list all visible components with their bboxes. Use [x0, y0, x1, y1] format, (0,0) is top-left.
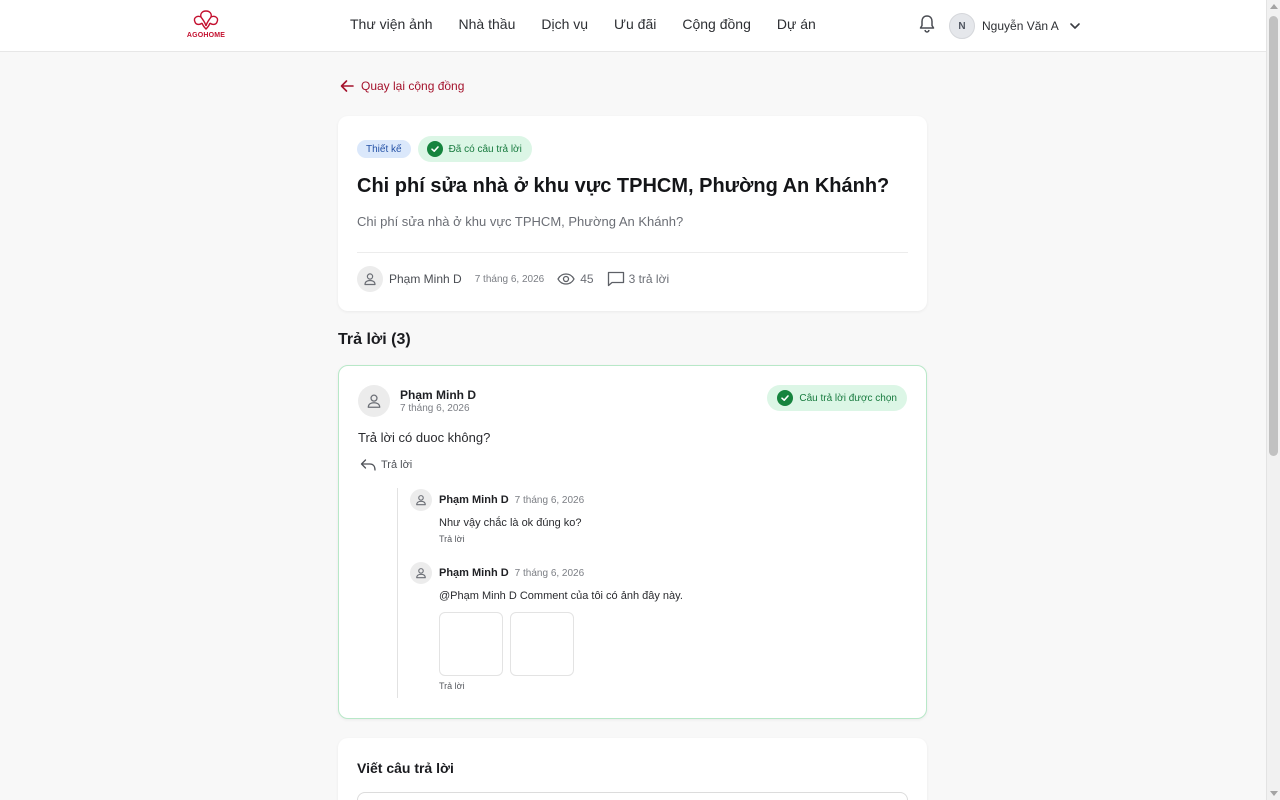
back-link-label: Quay lại cộng đồng — [361, 79, 465, 93]
reply-count-label: 3 trả lời — [628, 272, 670, 286]
replies-heading: Trả lời (3) — [338, 331, 411, 348]
nav-item-dich-vu[interactable]: Dịch vụ — [541, 16, 588, 32]
page-scrollbar[interactable] — [1266, 0, 1280, 800]
sub-reply-text: Như vậy chắc là ok đúng ko? — [439, 517, 582, 529]
question-author[interactable]: Phạm Minh D — [389, 272, 462, 286]
user-icon — [416, 495, 426, 506]
answer-body: Trả lời có duoc không? — [358, 430, 491, 445]
top-header: AGOHOME Thư viện ảnh Nhà thầu Dịch vụ Ưu… — [0, 0, 1266, 52]
category-tag[interactable]: Thiết kế — [357, 140, 411, 158]
question-title: Chi phí sửa nhà ở khu vực TPHCM, Phường … — [357, 175, 890, 197]
sub-reply-author[interactable]: Phạm Minh D — [439, 494, 509, 506]
question-reply-count: 3 trả lời — [607, 271, 670, 287]
attachment-image[interactable] — [510, 612, 574, 676]
write-answer-title: Viết câu trả lời — [357, 760, 454, 776]
sub-reply-text: @Phạm Minh D Comment của tôi có ảnh đây … — [439, 590, 683, 602]
author-avatar — [357, 266, 383, 292]
eye-icon — [557, 273, 575, 285]
sub-reply: Phạm Minh D 7 tháng 6, 2026 @Phạm Minh D… — [410, 562, 683, 691]
scroll-thumb[interactable] — [1269, 16, 1278, 456]
sub-reply-author[interactable]: Phạm Minh D — [439, 567, 509, 579]
answer-author-avatar — [358, 385, 390, 417]
sub-reply-date: 7 tháng 6, 2026 — [514, 567, 585, 579]
write-answer-card: Viết câu trả lời — [338, 738, 927, 800]
sub-reply-button[interactable]: Trả lời — [439, 681, 683, 691]
bell-icon[interactable] — [918, 14, 936, 34]
sub-reply-avatar — [410, 562, 432, 584]
answer-author: Phạm Minh D 7 tháng 6, 2026 — [358, 385, 476, 417]
logo-text: AGOHOME — [186, 32, 226, 39]
nav-item-cong-dong[interactable]: Cộng đồng — [682, 16, 751, 32]
user-icon — [416, 568, 426, 579]
answered-status-badge: Đã có câu trả lời — [417, 136, 532, 162]
agohome-logo[interactable]: AGOHOME — [184, 9, 228, 43]
check-circle-icon — [426, 141, 443, 157]
reply-button[interactable]: Trả lời — [360, 459, 412, 471]
question-meta: Phạm Minh D 7 tháng 6, 2026 45 3 trả lời — [357, 266, 669, 292]
reply-button-label: Trả lời — [381, 459, 413, 471]
sub-reply-date: 7 tháng 6, 2026 — [514, 494, 585, 506]
answer-author-name[interactable]: Phạm Minh D — [400, 388, 476, 402]
comment-icon — [607, 271, 624, 287]
chevron-down-icon — [1069, 23, 1080, 29]
attachment-images — [439, 612, 683, 676]
nav-item-uu-dai[interactable]: Ưu đãi — [614, 16, 656, 32]
answer-card: Phạm Minh D 7 tháng 6, 2026 Câu trả lời … — [338, 365, 927, 719]
question-date: 7 tháng 6, 2026 — [474, 273, 545, 285]
answer-date: 7 tháng 6, 2026 — [400, 403, 470, 414]
check-circle-icon — [777, 390, 794, 406]
question-tags: Thiết kế Đã có câu trả lời — [357, 136, 532, 162]
views-count: 45 — [580, 272, 594, 286]
sub-reply-avatar — [410, 489, 432, 511]
nav-item-du-an[interactable]: Dự án — [777, 16, 816, 32]
user-icon — [364, 273, 376, 286]
nav-item-nha-thau[interactable]: Nhà thầu — [459, 16, 516, 32]
main-nav: Thư viện ảnh Nhà thầu Dịch vụ Ưu đãi Cộn… — [350, 16, 816, 32]
chosen-answer-label: Câu trả lời được chọn — [799, 392, 897, 404]
question-card: Thiết kế Đã có câu trả lời Chi phí sửa n… — [338, 116, 927, 311]
scroll-down-arrow-icon[interactable] — [1270, 791, 1278, 796]
thread-line — [397, 488, 398, 698]
user-name: Nguyễn Văn A — [982, 19, 1059, 33]
user-avatar: N — [949, 13, 975, 39]
logo-mark-icon — [193, 10, 219, 30]
user-icon — [367, 394, 381, 408]
chosen-answer-badge: Câu trả lời được chọn — [767, 385, 907, 411]
user-menu[interactable]: N Nguyễn Văn A — [949, 13, 1081, 39]
question-description: Chi phí sửa nhà ở khu vực TPHCM, Phường … — [357, 214, 684, 229]
divider — [357, 252, 908, 253]
sub-reply-button[interactable]: Trả lời — [439, 534, 584, 544]
answered-status-label: Đã có câu trả lời — [448, 143, 522, 155]
sub-reply: Phạm Minh D 7 tháng 6, 2026 Như vậy chắc… — [410, 489, 584, 544]
back-to-community-link[interactable]: Quay lại cộng đồng — [340, 79, 464, 93]
nav-item-thu-vien-anh[interactable]: Thư viện ảnh — [350, 16, 433, 32]
scroll-up-arrow-icon[interactable] — [1270, 4, 1278, 9]
question-views: 45 — [557, 272, 594, 286]
answer-input[interactable] — [357, 792, 908, 800]
attachment-image[interactable] — [439, 612, 503, 676]
reply-arrow-icon — [360, 459, 376, 471]
arrow-left-icon — [340, 80, 354, 92]
